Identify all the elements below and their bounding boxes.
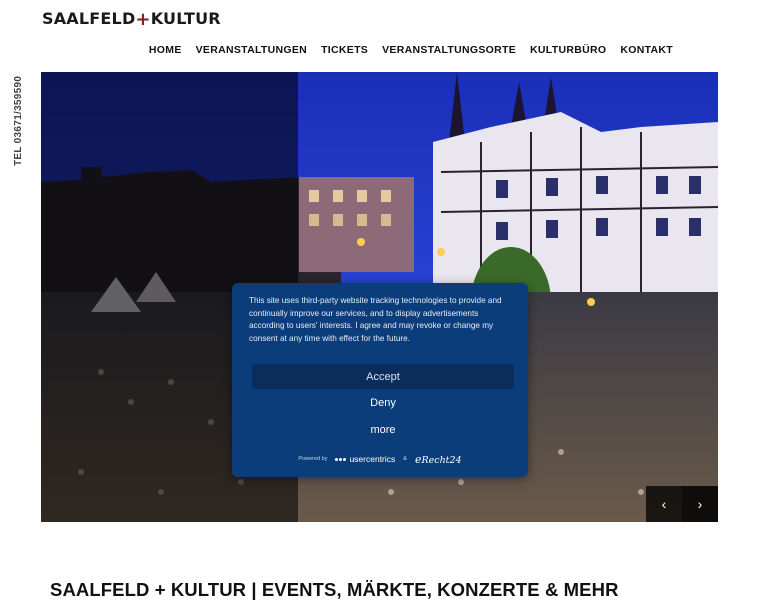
- nav-item-veranstaltungen[interactable]: VERANSTALTUNGEN: [189, 44, 314, 56]
- logo-text-left: SAALFELD: [42, 9, 136, 28]
- chevron-right-icon: ›: [697, 496, 703, 512]
- slider-next-button[interactable]: ›: [682, 486, 718, 522]
- logo-text-right: KULTUR: [150, 9, 221, 28]
- consent-footer: Powered by usercentrics & eRecht24: [232, 450, 528, 468]
- erecht24-logo[interactable]: eRecht24: [415, 453, 462, 466]
- consent-text: This site uses third-party website track…: [249, 296, 502, 343]
- nav-item-home[interactable]: HOME: [142, 44, 189, 56]
- cookie-consent-dialog: This site uses third-party website track…: [232, 283, 528, 477]
- page: SAALFELD+KULTUR HOME VERANSTALTUNGEN TIC…: [0, 0, 760, 600]
- nav-item-kontakt[interactable]: KONTAKT: [613, 44, 680, 56]
- chevron-left-icon: ‹: [661, 496, 667, 512]
- slider-prev-button[interactable]: ‹: [646, 486, 682, 522]
- main-nav: HOME VERANSTALTUNGEN TICKETS VERANSTALTU…: [142, 44, 680, 56]
- page-title: SAALFELD + KULTUR | EVENTS, MÄRKTE, KONZ…: [50, 579, 619, 600]
- usercentrics-logo[interactable]: usercentrics: [335, 454, 395, 464]
- nav-item-veranstaltungsorte[interactable]: VERANSTALTUNGSORTE: [375, 44, 523, 56]
- more-button[interactable]: more: [252, 419, 514, 441]
- phone-number[interactable]: TEL 03671/359590: [13, 76, 24, 166]
- logo-plus: +: [135, 9, 151, 30]
- usercentrics-dots-icon: [335, 457, 347, 461]
- erecht24-label: Recht24: [421, 454, 462, 466]
- nav-item-tickets[interactable]: TICKETS: [314, 44, 375, 56]
- ampersand: &: [403, 456, 407, 462]
- accept-button[interactable]: Accept: [252, 364, 514, 389]
- deny-button[interactable]: Deny: [252, 392, 514, 414]
- nav-item-kulturbuero[interactable]: KULTURBÜRO: [523, 44, 613, 56]
- powered-by-label: Powered by: [298, 456, 328, 462]
- site-logo[interactable]: SAALFELD+KULTUR: [42, 8, 221, 30]
- usercentrics-label: usercentrics: [349, 454, 396, 464]
